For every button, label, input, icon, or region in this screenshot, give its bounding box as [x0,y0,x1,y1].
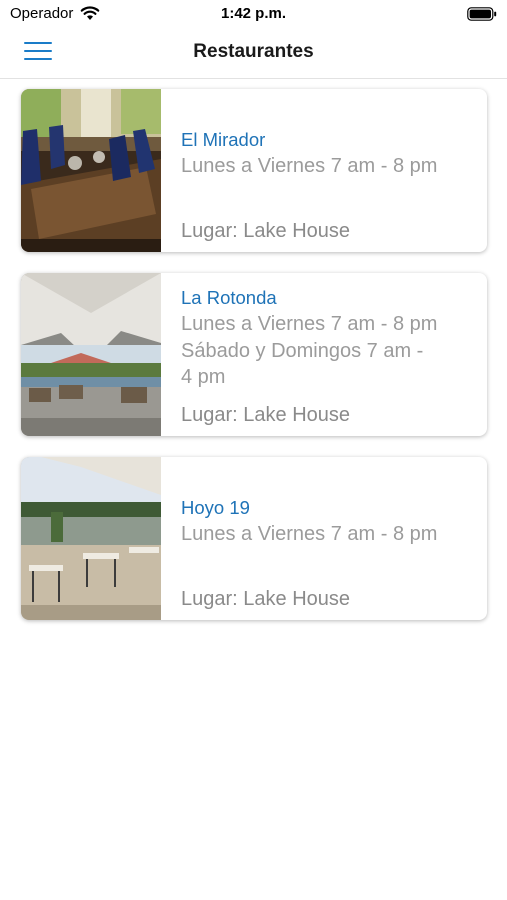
restaurant-hours: Lunes a Viernes 7 am - 8 pm [181,155,438,177]
restaurant-photo [21,89,161,252]
restaurant-place: Lugar: Lake House [181,404,351,426]
restaurant-info: El Mirador Lunes a Viernes 7 am - 8 pm [181,127,471,180]
restaurant-photo [21,457,161,620]
restaurant-photo [21,273,161,436]
status-bar: Operador 1:42 p.m. [0,0,507,28]
restaurant-info: La Rotonda Lunes a Viernes 7 am - 8 pm S… [181,285,471,391]
restaurant-hours: Lunes a Viernes 7 am - 8 pm [181,313,438,335]
restaurant-name: La Rotonda [181,287,277,308]
restaurant-hours: Lunes a Viernes 7 am - 8 pm [181,523,438,545]
restaurant-card[interactable]: El Mirador Lunes a Viernes 7 am - 8 pm L… [21,89,487,252]
restaurant-hours: Sábado y Domingos 7 am - [181,339,424,362]
restaurant-info: Hoyo 19 Lunes a Viernes 7 am - 8 pm [181,495,471,548]
restaurant-card[interactable]: Hoyo 19 Lunes a Viernes 7 am - 8 pm Luga… [21,457,487,620]
restaurant-name: El Mirador [181,129,266,150]
restaurant-place: Lugar: Lake House [181,588,351,610]
navigation-bar: Restaurantes [0,28,507,79]
battery-full-icon [467,7,497,21]
restaurant-list: El Mirador Lunes a Viernes 7 am - 8 pm L… [21,89,487,641]
restaurant-hours: 4 pm [181,366,226,388]
page-title: Restaurantes [193,41,314,62]
restaurant-card[interactable]: La Rotonda Lunes a Viernes 7 am - 8 pm S… [21,273,487,436]
clock: 1:42 p.m. [220,5,287,22]
restaurant-name: Hoyo 19 [181,497,250,518]
restaurant-place: Lugar: Lake House [181,220,351,242]
